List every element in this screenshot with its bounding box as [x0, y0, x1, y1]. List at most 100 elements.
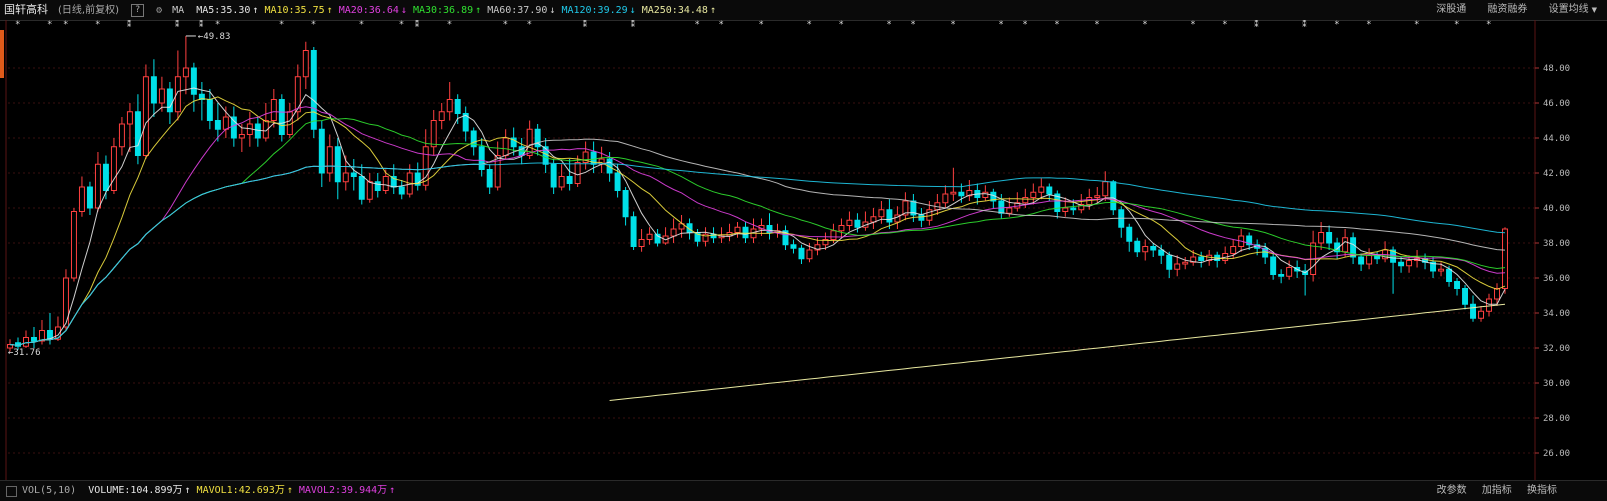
candle-body: [374, 181, 381, 191]
candle-body: [798, 247, 805, 260]
candle-body: [1094, 195, 1101, 198]
candle-body: [830, 230, 837, 240]
candle-body: [94, 163, 101, 209]
candle-body: [1454, 281, 1461, 289]
header-tools: 深股通 融资融券 设置均线 ▼: [1418, 0, 1597, 20]
candle-body: [1166, 254, 1173, 270]
event-marker-icon: ⁑: [583, 20, 588, 30]
candle-body: [854, 219, 861, 228]
change-params-button[interactable]: 改参数: [1437, 485, 1467, 496]
event-marker-icon: *: [399, 20, 404, 30]
candle-body: [1142, 246, 1149, 253]
event-marker-icon: ⁑: [175, 20, 180, 30]
add-indicator-button[interactable]: 加指标: [1482, 485, 1512, 496]
stock-name[interactable]: 国轩高科: [4, 0, 48, 20]
candle-body: [942, 193, 949, 204]
candle-body: [62, 277, 69, 328]
candle-body: [566, 176, 573, 184]
candle-body: [214, 120, 221, 130]
tool-shenzhen-connect[interactable]: 深股通: [1436, 0, 1466, 20]
high-label: ←49.83: [198, 32, 231, 42]
candle-body: [126, 111, 133, 125]
candle-body: [1102, 181, 1109, 197]
help-icon[interactable]: ?: [131, 3, 145, 17]
candle-body: [1174, 263, 1181, 270]
y-tick-label: 34.00: [1543, 309, 1570, 319]
event-marker-icon: *: [1222, 20, 1227, 30]
y-tick-label: 48.00: [1543, 64, 1570, 74]
tool-set-ma[interactable]: 设置均线 ▼: [1549, 0, 1597, 20]
vol-indicator-name[interactable]: VOL(5,10): [22, 485, 76, 496]
candle-body: [1022, 197, 1029, 204]
y-tick-label: 40.00: [1543, 204, 1570, 214]
candle-body: [1062, 207, 1069, 212]
candle-body: [1446, 268, 1453, 282]
vol-values: VOLUME:104.899万 ↑ MAVOL1:42.693万 ↑ MAVOL2:39…: [82, 485, 395, 496]
low-label: ←31.76: [8, 348, 41, 358]
settings-gear-icon[interactable]: ⚙: [156, 1, 162, 21]
candle-body: [1478, 310, 1484, 319]
collapse-box-icon[interactable]: [6, 486, 17, 497]
candle-body: [270, 99, 277, 121]
candle-body: [1462, 288, 1469, 305]
volume-header: VOL(5,10) VOLUME:104.899万 ↑ MAVOL1:42.693万…: [0, 480, 1607, 501]
event-marker-icon: ⁑: [127, 20, 132, 30]
period-label[interactable]: (日线,前复权): [58, 1, 119, 21]
event-marker-icon: ⁑: [415, 20, 420, 30]
ma-value-arrow-icon: ↓: [549, 5, 556, 16]
event-marker-icon: *: [886, 20, 891, 30]
candle-body: [1150, 246, 1157, 251]
candle-body: [734, 226, 741, 233]
candle-body: [790, 244, 797, 249]
y-tick-label: 30.00: [1543, 379, 1570, 389]
candle-body: [1198, 256, 1205, 261]
candle-body: [166, 88, 173, 113]
candle-body: [1494, 288, 1500, 300]
candle-body: [1406, 260, 1413, 267]
event-marker-icon: ⁑: [199, 20, 204, 30]
event-marker-icon: *: [838, 20, 843, 30]
candle-body: [1046, 186, 1053, 195]
candle-body: [438, 111, 445, 121]
candle-body: [102, 163, 109, 191]
candle-body: [1110, 181, 1117, 211]
candle-body: [958, 191, 965, 197]
candlestick-chart[interactable]: 48.00 46.00 44.00 42.00 40.00 38.00 36.00 34.00…: [0, 20, 1607, 480]
switch-indicator-button[interactable]: 换指标: [1527, 485, 1557, 496]
candle-body: [1286, 267, 1293, 277]
ma-value-arrow-icon: ↑: [252, 5, 259, 16]
candle-body: [134, 111, 141, 156]
event-marker-icon: *: [1142, 20, 1147, 30]
event-marker-icon: *: [1486, 20, 1491, 30]
ma-value-arrow-icon: ↓: [629, 5, 636, 16]
candle-body: [278, 99, 285, 135]
y-tick-label: 26.00: [1543, 449, 1570, 459]
candle-body: [190, 67, 197, 95]
candle-body: [118, 123, 125, 148]
event-marker-icon: ⁑: [631, 20, 636, 30]
event-marker-icon: *: [311, 20, 316, 30]
event-marker-icon: *: [806, 20, 811, 30]
candle-body: [846, 219, 853, 226]
candle-body: [622, 190, 629, 218]
chart-header: 国轩高科 (日线,前复权) ? ⚙ MA MA5:35.30 ↑ MA10:35.7…: [0, 0, 1607, 21]
ma-value-4: MA60:37.90: [487, 5, 548, 16]
candle-body: [838, 225, 845, 232]
tool-margin-trading[interactable]: 融资融券: [1487, 0, 1527, 20]
candle-body: [1470, 303, 1476, 319]
candle-body: [646, 233, 653, 240]
candle-body: [302, 50, 309, 78]
candle-body: [742, 226, 749, 239]
ma-values: MA5:35.30 ↑ MA10:35.75 ↑ MA20:36.64 ↓ MA30:36.…: [190, 1, 716, 21]
candle-body: [366, 181, 373, 200]
event-marker-icon: *: [719, 20, 724, 30]
candle-body: [446, 99, 453, 113]
ma-value-arrow-icon: ↓: [400, 5, 407, 16]
dropdown-caret-icon: ▼: [1591, 6, 1597, 14]
candle-body: [182, 67, 189, 78]
candle-body: [614, 172, 621, 191]
y-tick-label: 42.00: [1543, 169, 1570, 179]
candle-body: [886, 209, 893, 223]
candle-body: [630, 216, 637, 247]
vol-value-arrow-icon: ↑: [184, 485, 191, 496]
